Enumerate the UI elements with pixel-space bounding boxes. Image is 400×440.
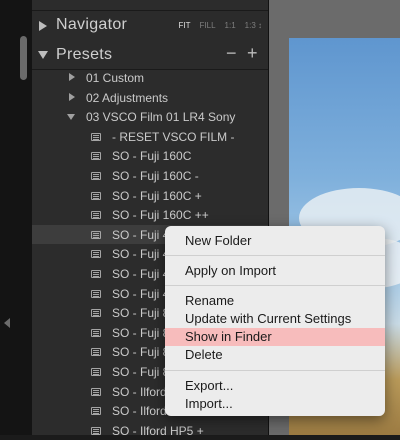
preset-item[interactable]: SO - Fuji 160C + bbox=[32, 186, 268, 206]
menu-item-rename[interactable]: Rename bbox=[165, 292, 385, 310]
zoom-fit[interactable]: FIT bbox=[179, 21, 191, 30]
preset-item[interactable]: - RESET VSCO FILM - bbox=[32, 127, 268, 147]
menu-item-label: Update with Current Settings bbox=[185, 311, 352, 326]
menu-item-label: Apply on Import bbox=[185, 263, 277, 278]
menu-item-label: Import... bbox=[185, 396, 233, 411]
preset-icon bbox=[91, 328, 101, 337]
menu-item-show-in-finder[interactable]: Show in Finder bbox=[165, 328, 385, 346]
preset-folder[interactable]: 01 Custom bbox=[32, 68, 268, 88]
panel-scrollbar[interactable] bbox=[16, 0, 32, 435]
folder-collapsed-icon[interactable] bbox=[69, 73, 75, 81]
preset-icon bbox=[91, 211, 101, 220]
zoom-options: FIT FILL 1:1 1:3 ↕ bbox=[179, 21, 262, 30]
preset-icon bbox=[91, 269, 101, 278]
preset-icon bbox=[91, 171, 101, 180]
add-preset-button[interactable]: + bbox=[247, 43, 258, 64]
preset-icon bbox=[91, 426, 101, 435]
preset-label: 02 Adjustments bbox=[86, 90, 169, 105]
menu-item-import[interactable]: Import... bbox=[165, 395, 385, 413]
preset-label: SO - Fuji 160C ++ bbox=[112, 208, 209, 223]
preset-label: SO - Ilford HP5 + bbox=[112, 423, 204, 438]
preset-icon bbox=[91, 132, 101, 141]
navigator-header[interactable]: Navigator FIT FILL 1:1 1:3 ↕ bbox=[32, 10, 268, 42]
menu-item-update-current-settings[interactable]: Update with Current Settings bbox=[165, 310, 385, 328]
preset-icon bbox=[91, 250, 101, 259]
folder-expanded-icon[interactable] bbox=[67, 114, 75, 121]
preset-item[interactable]: SO - Fuji 160C ++ bbox=[32, 205, 268, 225]
collapse-left-panel-icon[interactable] bbox=[4, 318, 10, 328]
preset-label: SO - Fuji 160C - bbox=[112, 168, 199, 183]
expand-navigator-icon[interactable] bbox=[39, 21, 47, 31]
menu-item-label: Rename bbox=[185, 293, 235, 308]
preset-icon bbox=[91, 152, 101, 161]
menu-item-apply-on-import[interactable]: Apply on Import bbox=[165, 262, 385, 280]
preset-label: SO - Fuji 160C bbox=[112, 149, 192, 164]
preset-folder[interactable]: 03 VSCO Film 01 LR4 Sony bbox=[32, 107, 268, 127]
preset-icon bbox=[91, 230, 101, 239]
preset-icon bbox=[91, 309, 101, 318]
preset-label: SO - Ilford bbox=[112, 384, 167, 399]
menu-separator bbox=[165, 255, 385, 256]
zoom-fill[interactable]: FILL bbox=[200, 21, 216, 30]
preset-icon bbox=[91, 407, 101, 416]
zoom-1-3[interactable]: 1:3 ↕ bbox=[245, 21, 262, 30]
preset-label: SO - Fuji 160C + bbox=[112, 188, 202, 203]
folder-collapsed-icon[interactable] bbox=[69, 92, 75, 101]
menu-item-new-folder[interactable]: New Folder bbox=[165, 232, 385, 250]
navigator-title: Navigator bbox=[56, 16, 128, 33]
presets-title: Presets bbox=[56, 46, 113, 63]
preset-item[interactable]: SO - Fuji 160C - bbox=[32, 166, 268, 186]
left-edge-strip bbox=[0, 0, 16, 435]
menu-separator bbox=[165, 285, 385, 286]
zoom-1-1[interactable]: 1:1 bbox=[225, 21, 236, 30]
preset-label: 03 VSCO Film 01 LR4 Sony bbox=[86, 110, 236, 125]
preset-icon bbox=[91, 348, 101, 357]
preset-item[interactable]: SO - Ilford HP5 + bbox=[32, 421, 268, 440]
presets-header[interactable]: Presets − + bbox=[32, 41, 268, 70]
preset-label: SO - Ilford bbox=[112, 404, 167, 419]
menu-separator bbox=[165, 370, 385, 371]
preset-label: - RESET VSCO FILM - bbox=[112, 129, 235, 144]
preset-icon bbox=[91, 367, 101, 376]
preset-icon bbox=[91, 289, 101, 298]
context-menu: New Folder Apply on Import Rename Update… bbox=[165, 226, 385, 416]
menu-item-label: Export... bbox=[185, 378, 234, 393]
collapse-presets-icon[interactable] bbox=[38, 51, 48, 59]
preset-label: 01 Custom bbox=[86, 71, 145, 85]
preset-icon bbox=[91, 387, 101, 396]
menu-item-label: New Folder bbox=[185, 233, 252, 248]
menu-item-export[interactable]: Export... bbox=[165, 377, 385, 395]
preset-item[interactable]: SO - Fuji 160C bbox=[32, 146, 268, 166]
remove-preset-button[interactable]: − bbox=[226, 43, 237, 64]
menu-item-delete[interactable]: Delete bbox=[165, 346, 385, 364]
menu-item-label: Delete bbox=[185, 347, 223, 362]
preset-icon bbox=[91, 191, 101, 200]
scrollbar-thumb[interactable] bbox=[20, 36, 27, 80]
menu-item-label: Show in Finder bbox=[185, 329, 272, 344]
preset-folder[interactable]: 02 Adjustments bbox=[32, 88, 268, 108]
